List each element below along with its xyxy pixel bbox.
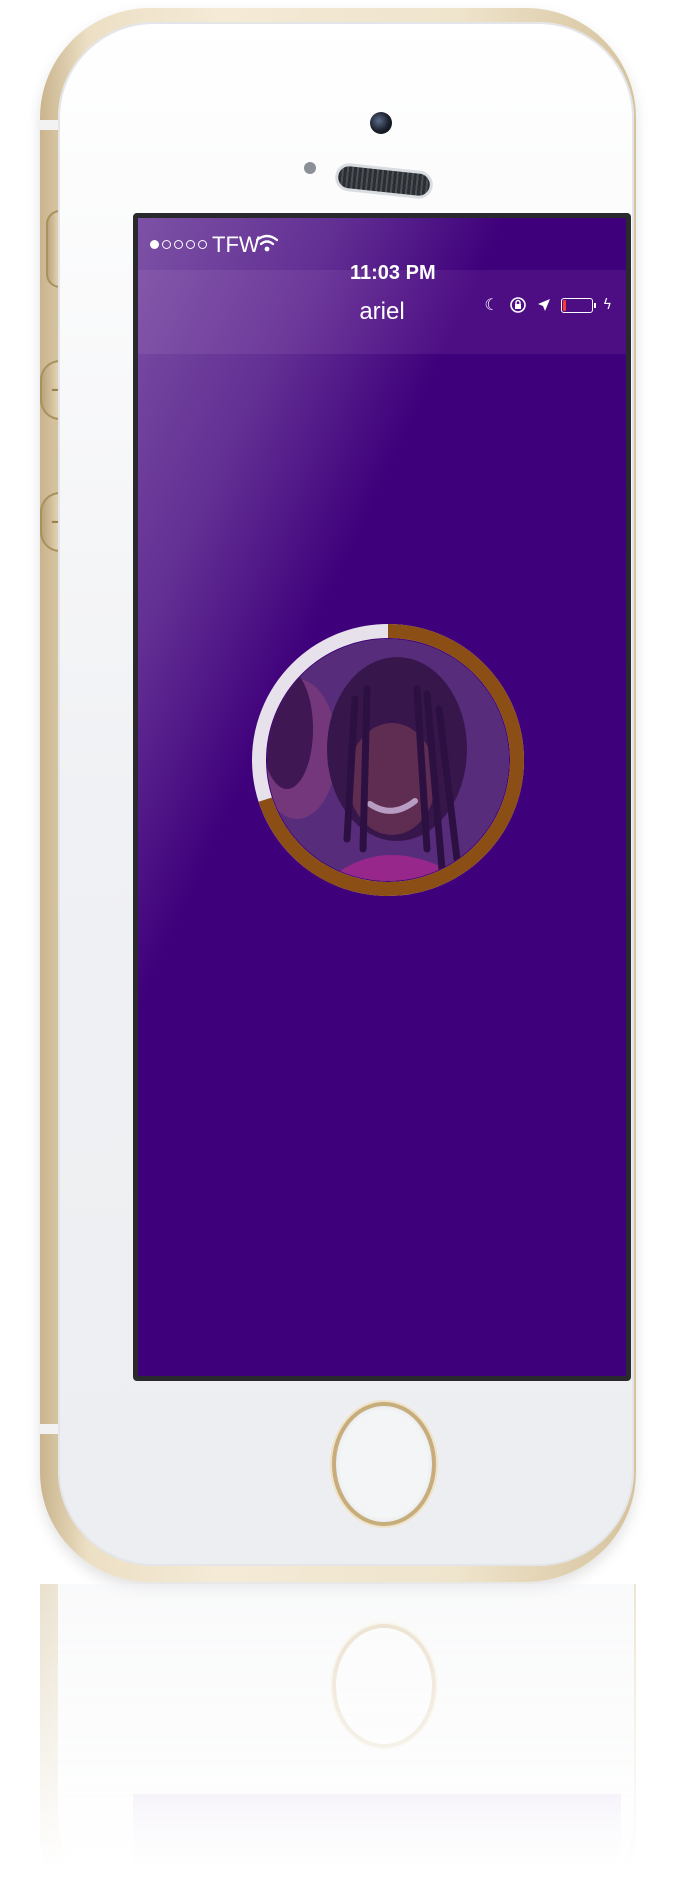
home-button[interactable] bbox=[336, 1406, 432, 1522]
carrier-name: TFW bbox=[212, 232, 260, 257]
front-camera bbox=[370, 112, 392, 134]
wifi-icon bbox=[256, 234, 278, 252]
proximity-sensor bbox=[304, 162, 316, 174]
progress-ring bbox=[252, 624, 524, 896]
device-mockup: + − TFW 11:03 PM ☾ bbox=[0, 0, 680, 1900]
status-bar: TFW 11:03 PM ☾ ϟ bbox=[138, 218, 626, 313]
signal-strength-icon bbox=[150, 240, 207, 249]
status-time: 11:03 PM bbox=[350, 262, 436, 284]
nav-title: ariel bbox=[359, 298, 405, 325]
app-screen: TFW 11:03 PM ☾ ϟ ariel bbox=[133, 213, 631, 1381]
signal-dot bbox=[198, 240, 207, 249]
signal-dot bbox=[186, 240, 195, 249]
signal-dot bbox=[174, 240, 183, 249]
reflection-home-button bbox=[336, 1628, 432, 1744]
signal-dot bbox=[150, 240, 159, 249]
profile-progress-avatar[interactable] bbox=[250, 622, 526, 898]
reflection-screen bbox=[133, 1794, 621, 1894]
device-reflection bbox=[40, 1584, 636, 1900]
signal-dot bbox=[162, 240, 171, 249]
